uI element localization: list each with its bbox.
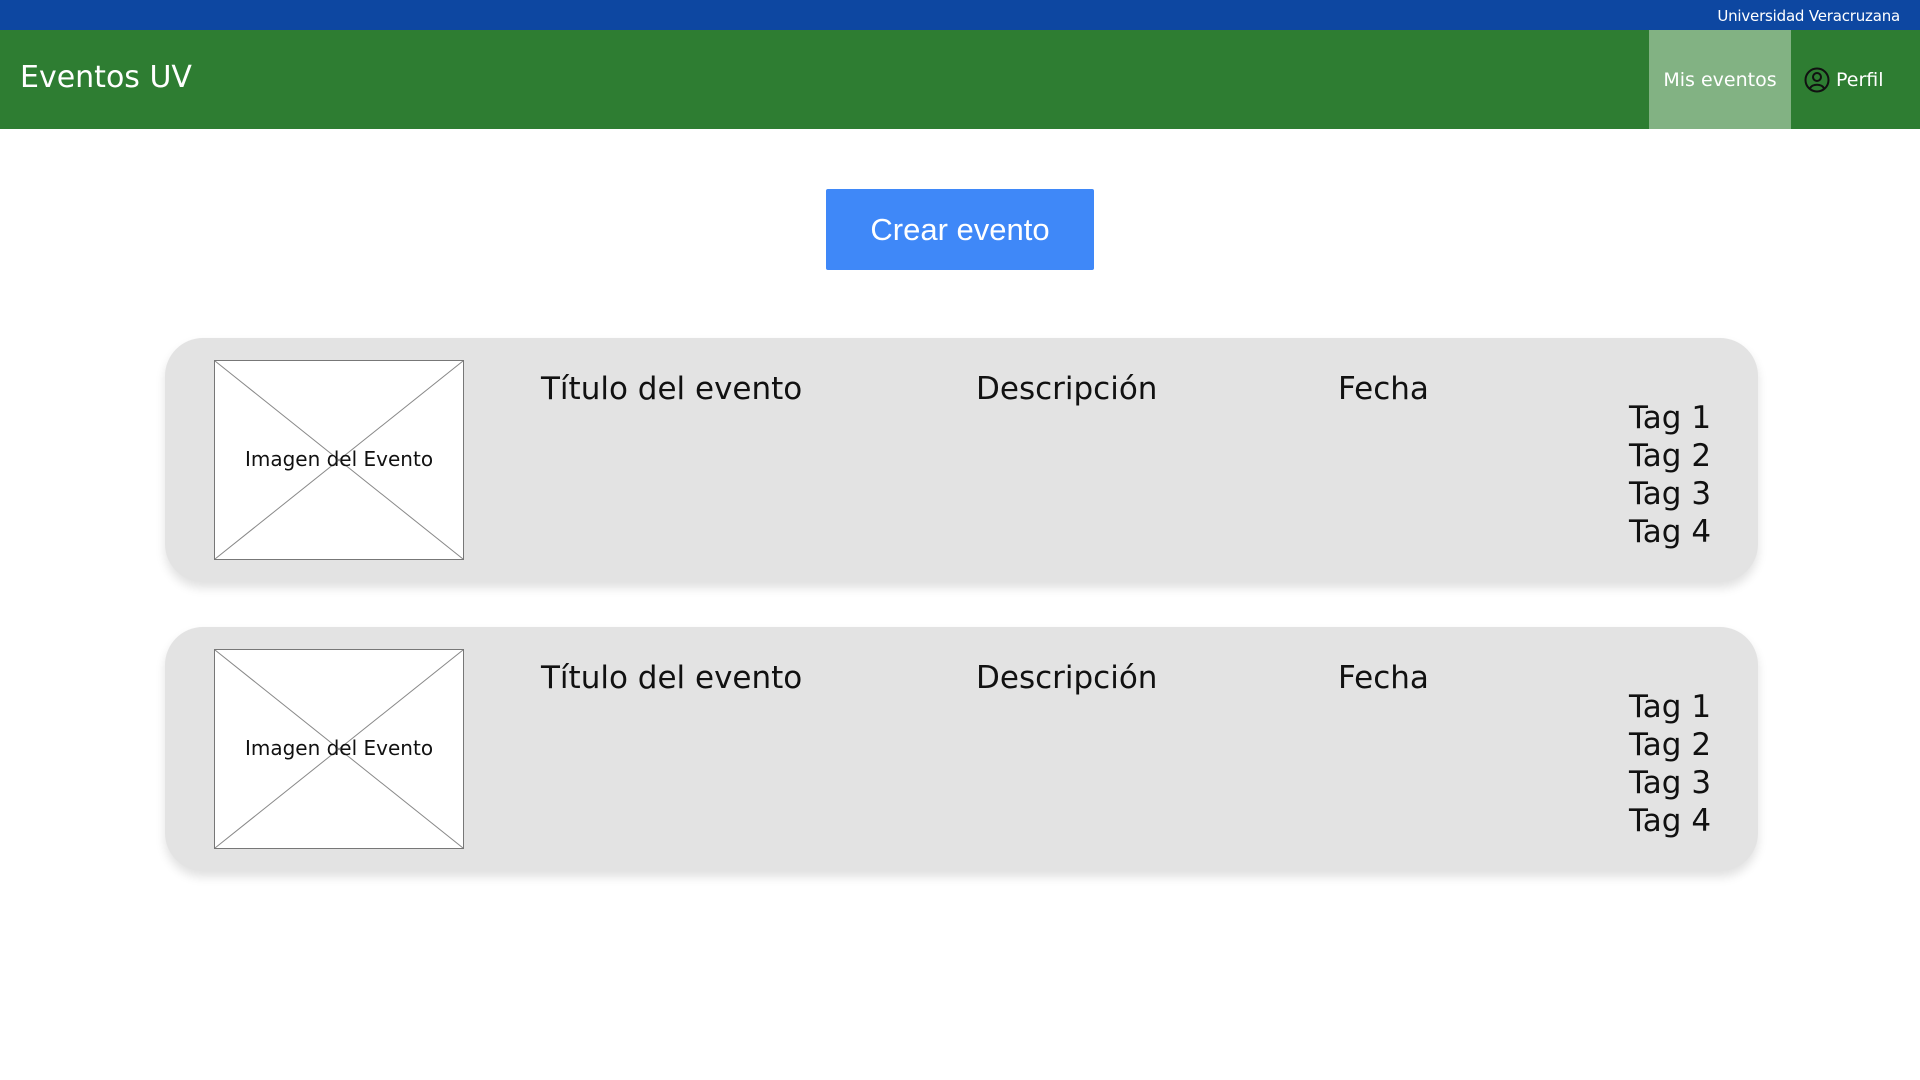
nav-mis-eventos[interactable]: Mis eventos bbox=[1649, 30, 1791, 129]
event-title: Título del evento bbox=[541, 371, 803, 407]
event-date: Fecha bbox=[1338, 660, 1429, 696]
event-tag: Tag 3 bbox=[1629, 476, 1712, 512]
event-tag: Tag 2 bbox=[1629, 438, 1712, 474]
event-description: Descripción bbox=[976, 371, 1158, 407]
event-tags: Tag 1 Tag 2 Tag 3 Tag 4 bbox=[1629, 399, 1711, 551]
event-tag: Tag 1 bbox=[1629, 689, 1712, 725]
event-image-placeholder: Imagen del Evento bbox=[214, 649, 464, 849]
university-topbar: Universidad Veracruzana bbox=[0, 0, 1920, 30]
brand-title[interactable]: Eventos UV bbox=[20, 60, 192, 95]
nav-perfil-label: Perfil bbox=[1836, 68, 1884, 91]
event-description: Descripción bbox=[976, 660, 1158, 696]
event-title: Título del evento bbox=[541, 660, 803, 696]
nav-perfil[interactable]: Perfil bbox=[1804, 30, 1884, 129]
event-image-placeholder: Imagen del Evento bbox=[214, 360, 464, 560]
event-image-label: Imagen del Evento bbox=[244, 447, 434, 471]
event-tags: Tag 1 Tag 2 Tag 3 Tag 4 bbox=[1629, 688, 1711, 840]
event-image-label: Imagen del Evento bbox=[244, 736, 434, 760]
event-tag: Tag 2 bbox=[1629, 727, 1712, 763]
university-name: Universidad Veracruzana bbox=[1717, 7, 1900, 25]
event-tag: Tag 1 bbox=[1629, 400, 1712, 436]
nav-mis-eventos-label: Mis eventos bbox=[1663, 68, 1777, 91]
main-navbar: Eventos UV Mis eventos Perfil bbox=[0, 30, 1920, 129]
event-card[interactable]: Imagen del Evento Título del evento Desc… bbox=[165, 338, 1758, 582]
user-circle-icon bbox=[1804, 67, 1830, 93]
event-tag: Tag 4 bbox=[1629, 514, 1712, 550]
event-tag: Tag 3 bbox=[1629, 765, 1712, 801]
event-tag: Tag 4 bbox=[1629, 803, 1712, 839]
event-card[interactable]: Imagen del Evento Título del evento Desc… bbox=[165, 627, 1758, 871]
event-date: Fecha bbox=[1338, 371, 1429, 407]
create-event-button[interactable]: Crear evento bbox=[826, 189, 1094, 270]
